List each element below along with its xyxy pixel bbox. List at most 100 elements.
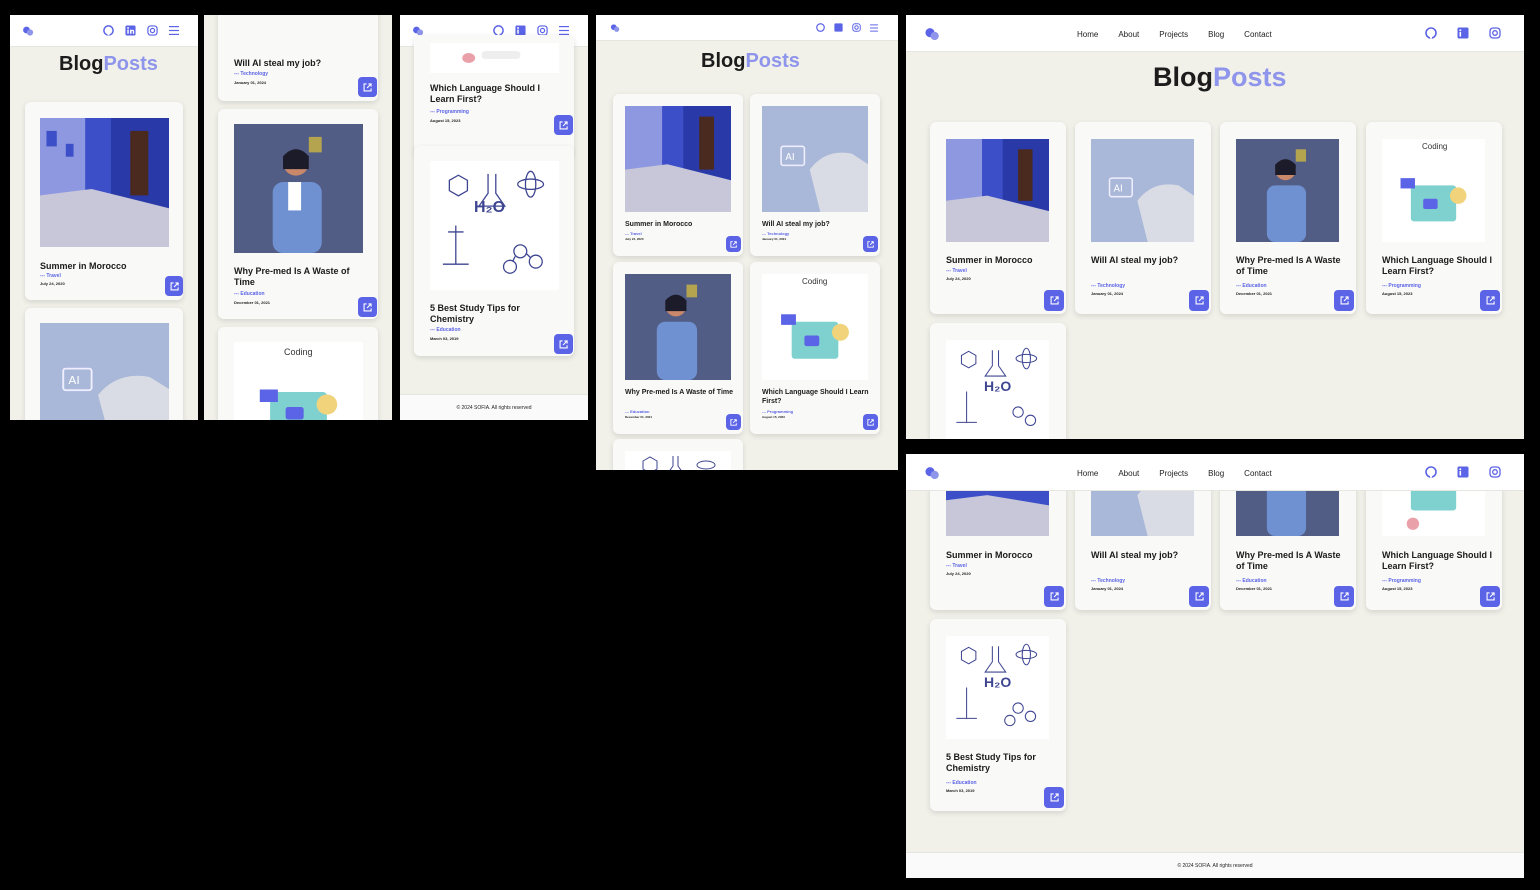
post-card: H₂O 5 Best Study Tips for Chemistry --- … — [930, 619, 1066, 811]
post-date: March 03, 2019 — [946, 788, 975, 793]
post-title: Will AI steal my job? — [1091, 550, 1179, 560]
page-title: BlogPosts — [1153, 62, 1287, 92]
mobile-frame-scroll-2: Which Language Should I Learn First? ---… — [400, 15, 588, 420]
image-caption: H₂O — [984, 674, 1012, 690]
nav-link-contact[interactable]: Contact — [1244, 30, 1272, 39]
menu-icon[interactable] — [169, 26, 179, 35]
post-title: Why Pre-med Is A Waste of Time — [625, 389, 734, 396]
open-post-button[interactable] — [1480, 586, 1500, 607]
post-date: January 01, 2024 — [234, 80, 267, 85]
post-title: Which Language Should I Learn First? — [762, 389, 869, 405]
post-date: December 01, 2021 — [234, 300, 271, 305]
nav-link-about[interactable]: About — [1118, 30, 1139, 39]
github-icon[interactable] — [103, 25, 114, 36]
morocco-street-image — [40, 118, 169, 247]
image-caption: Coding — [1422, 142, 1448, 151]
open-post-button[interactable] — [863, 414, 878, 430]
logo-icon[interactable] — [924, 26, 940, 42]
post-date: January 01, 2024 — [1091, 586, 1124, 591]
robot-hand-image: AI — [40, 323, 169, 420]
chemistry-doodle-image: H₂O — [946, 340, 1049, 439]
post-date: December 01, 2021 — [1236, 291, 1273, 296]
open-post-button[interactable] — [863, 236, 878, 252]
instagram-icon[interactable] — [1489, 27, 1501, 39]
github-icon[interactable] — [1425, 466, 1437, 478]
post-title: Why Pre-med Is A Waste of Time — [1236, 255, 1341, 276]
post-date: August 15, 2023 — [1382, 586, 1413, 591]
coding-illustration-image — [430, 43, 559, 73]
post-category: --- Education — [234, 291, 265, 297]
instagram-icon[interactable] — [1489, 466, 1501, 478]
open-post-button[interactable] — [1334, 586, 1354, 607]
post-card: H₂O — [930, 323, 1066, 439]
post-title: Summer in Morocco — [946, 550, 1033, 560]
open-post-button[interactable] — [554, 115, 573, 135]
logo-icon[interactable] — [924, 465, 940, 481]
post-category: --- Technology — [1091, 578, 1126, 584]
footer: © 2024 SOFIA. All rights reserved — [906, 852, 1524, 878]
post-date: August 15, 2023 — [762, 415, 785, 419]
nav-link-blog[interactable]: Blog — [1208, 469, 1224, 478]
robot-hand-image: AI — [1091, 139, 1194, 242]
post-card — [613, 439, 743, 470]
open-post-button[interactable] — [1044, 290, 1064, 311]
image-caption: Coding — [802, 277, 828, 286]
robot-hand-image: AI — [762, 106, 868, 212]
nav-link-home[interactable]: Home — [1077, 30, 1098, 39]
nav-links: Home About Projects Blog Contact — [1077, 469, 1272, 478]
mobile-frame-top: BlogPosts Summer in Morocco --- Travel J… — [10, 15, 198, 420]
open-post-button[interactable] — [1189, 586, 1209, 607]
menu-icon[interactable] — [559, 26, 569, 35]
nav-link-contact[interactable]: Contact — [1244, 469, 1272, 478]
post-title: Which Language Should I Learn First? — [1382, 255, 1492, 276]
nav-links: Home About Projects Blog Contact — [1077, 30, 1272, 39]
navbar — [596, 15, 898, 41]
svg-text:AI: AI — [68, 375, 79, 388]
post-category: --- Technology — [762, 231, 790, 236]
post-date: January 01, 2024 — [1091, 291, 1124, 296]
footer-text: © 2024 SOFIA. All rights reserved — [456, 405, 532, 411]
instagram-icon[interactable] — [852, 23, 861, 32]
open-post-button[interactable] — [554, 334, 573, 354]
post-title: 5 Best Study Tips for Chemistry — [946, 752, 1036, 773]
post-card: Why Pre-med Is A Waste of Time --- Educa… — [1220, 122, 1356, 314]
open-post-button[interactable] — [1480, 290, 1500, 311]
post-category: --- Programming — [430, 109, 469, 115]
post-title: Which Language Should I Learn First? — [430, 83, 540, 104]
menu-icon[interactable] — [870, 23, 878, 32]
logo-icon[interactable] — [610, 23, 620, 33]
open-post-button[interactable] — [726, 414, 741, 430]
post-category: --- Education — [430, 327, 461, 333]
logo-icon[interactable] — [22, 25, 34, 37]
post-date: December 01, 2021 — [625, 415, 653, 419]
open-post-button[interactable] — [1044, 787, 1064, 808]
nav-link-blog[interactable]: Blog — [1208, 30, 1224, 39]
open-post-button[interactable] — [726, 236, 741, 252]
nav-link-projects[interactable]: Projects — [1159, 30, 1188, 39]
instagram-icon[interactable] — [147, 25, 158, 36]
desktop-frame-top: Home About Projects Blog Contact BlogPos… — [906, 15, 1524, 439]
github-icon[interactable] — [816, 23, 825, 32]
open-post-button[interactable] — [358, 77, 377, 97]
post-title: Summer in Morocco — [625, 221, 693, 228]
linkedin-icon[interactable] — [1457, 466, 1469, 478]
svg-text:AI: AI — [1114, 184, 1123, 195]
nav-link-home[interactable]: Home — [1077, 469, 1098, 478]
open-post-button[interactable] — [1189, 290, 1209, 311]
nav-link-projects[interactable]: Projects — [1159, 469, 1188, 478]
post-title: Will AI steal my job? — [234, 58, 322, 68]
page-title: BlogPosts — [701, 50, 800, 72]
github-icon[interactable] — [1425, 27, 1437, 39]
open-post-button[interactable] — [165, 276, 183, 296]
chemistry-doodle-image: H₂O — [430, 161, 559, 290]
post-category: --- Programming — [1382, 578, 1421, 584]
linkedin-icon[interactable] — [125, 25, 136, 36]
open-post-button[interactable] — [358, 297, 377, 317]
open-post-button[interactable] — [1044, 586, 1064, 607]
post-card: H₂O 5 Best Study Tips for Chemistry --- … — [414, 146, 574, 356]
post-card: AI — [25, 308, 183, 420]
nav-link-about[interactable]: About — [1118, 469, 1139, 478]
linkedin-icon[interactable] — [1457, 27, 1469, 39]
open-post-button[interactable] — [1334, 290, 1354, 311]
linkedin-icon[interactable] — [834, 23, 843, 32]
